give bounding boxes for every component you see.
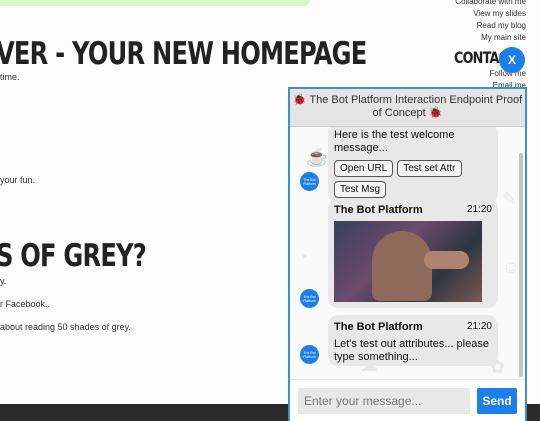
quick-reply-buttons: Open URL Test set Attr Test Msg: [334, 160, 492, 198]
chat-messages[interactable]: ☕ ✎ ◔ ☺ ✿ ☁ Here is the test welcome mes…: [290, 127, 525, 379]
side-link[interactable]: Collaborate with me: [455, 0, 526, 8]
bot-message: The Bot Platform 21:20: [328, 198, 498, 308]
side-link[interactable]: View my slides: [455, 8, 526, 20]
message-text: Let's test out attributes... please type…: [334, 338, 489, 363]
side-link[interactable]: Read my blog: [455, 20, 526, 32]
chat-scrollbar[interactable]: [519, 153, 523, 377]
bot-message: Here is the test welcome message... Open…: [328, 127, 498, 204]
message-input[interactable]: [298, 388, 470, 414]
chat-footer: Send: [290, 379, 525, 421]
doodle-icon: ☕: [306, 147, 329, 167]
intro-text-2: your fun.: [0, 175, 36, 185]
message-header: The Bot Platform 21:20: [334, 204, 492, 216]
send-button[interactable]: Send: [477, 388, 517, 414]
close-chat-button[interactable]: X: [499, 47, 525, 73]
bot-avatar: The Bot Platform: [300, 345, 319, 364]
bot-message: The Bot Platform 21:20 Let's test out at…: [328, 315, 498, 366]
section-text-2: r Facebook..: [0, 299, 51, 309]
message-text: Here is the test welcome message...: [334, 129, 455, 154]
sender-name: The Bot Platform: [334, 204, 423, 216]
test-set-attr-button[interactable]: Test set Attr: [397, 160, 462, 177]
gif-figure: [372, 231, 432, 301]
timestamp: 21:20: [466, 321, 492, 332]
open-url-button[interactable]: Open URL: [334, 160, 394, 177]
chat-widget: 🐞 The Bot Platform Interaction Endpoint …: [288, 87, 527, 421]
top-banner: [0, 0, 310, 6]
timestamp: 21:20: [466, 204, 492, 215]
side-link[interactable]: My main site: [455, 32, 526, 44]
doodle-icon: ✎: [502, 189, 518, 209]
gif-image: [334, 221, 482, 302]
doodle-icon: ☺: [502, 257, 521, 277]
doodle-icon: ◔: [298, 247, 309, 267]
section-text-3: about reading 50 shades of grey.: [0, 322, 131, 332]
intro-text: time.: [0, 72, 20, 82]
side-links: Collaborate with me View my slides Read …: [455, 0, 526, 44]
bot-avatar: The Bot Platform: [300, 172, 319, 191]
section-title: S OF GREY?: [0, 238, 147, 274]
bot-avatar: The Bot Platform: [300, 289, 319, 308]
gif-hand: [424, 251, 469, 269]
page-title: VER - YOUR NEW HOMEPAGE: [0, 36, 367, 72]
section-text-1: y.: [0, 276, 7, 286]
message-header: The Bot Platform 21:20: [334, 321, 492, 333]
test-msg-button[interactable]: Test Msg: [334, 181, 387, 198]
chat-header: 🐞 The Bot Platform Interaction Endpoint …: [290, 89, 525, 127]
sender-name: The Bot Platform: [334, 321, 423, 333]
